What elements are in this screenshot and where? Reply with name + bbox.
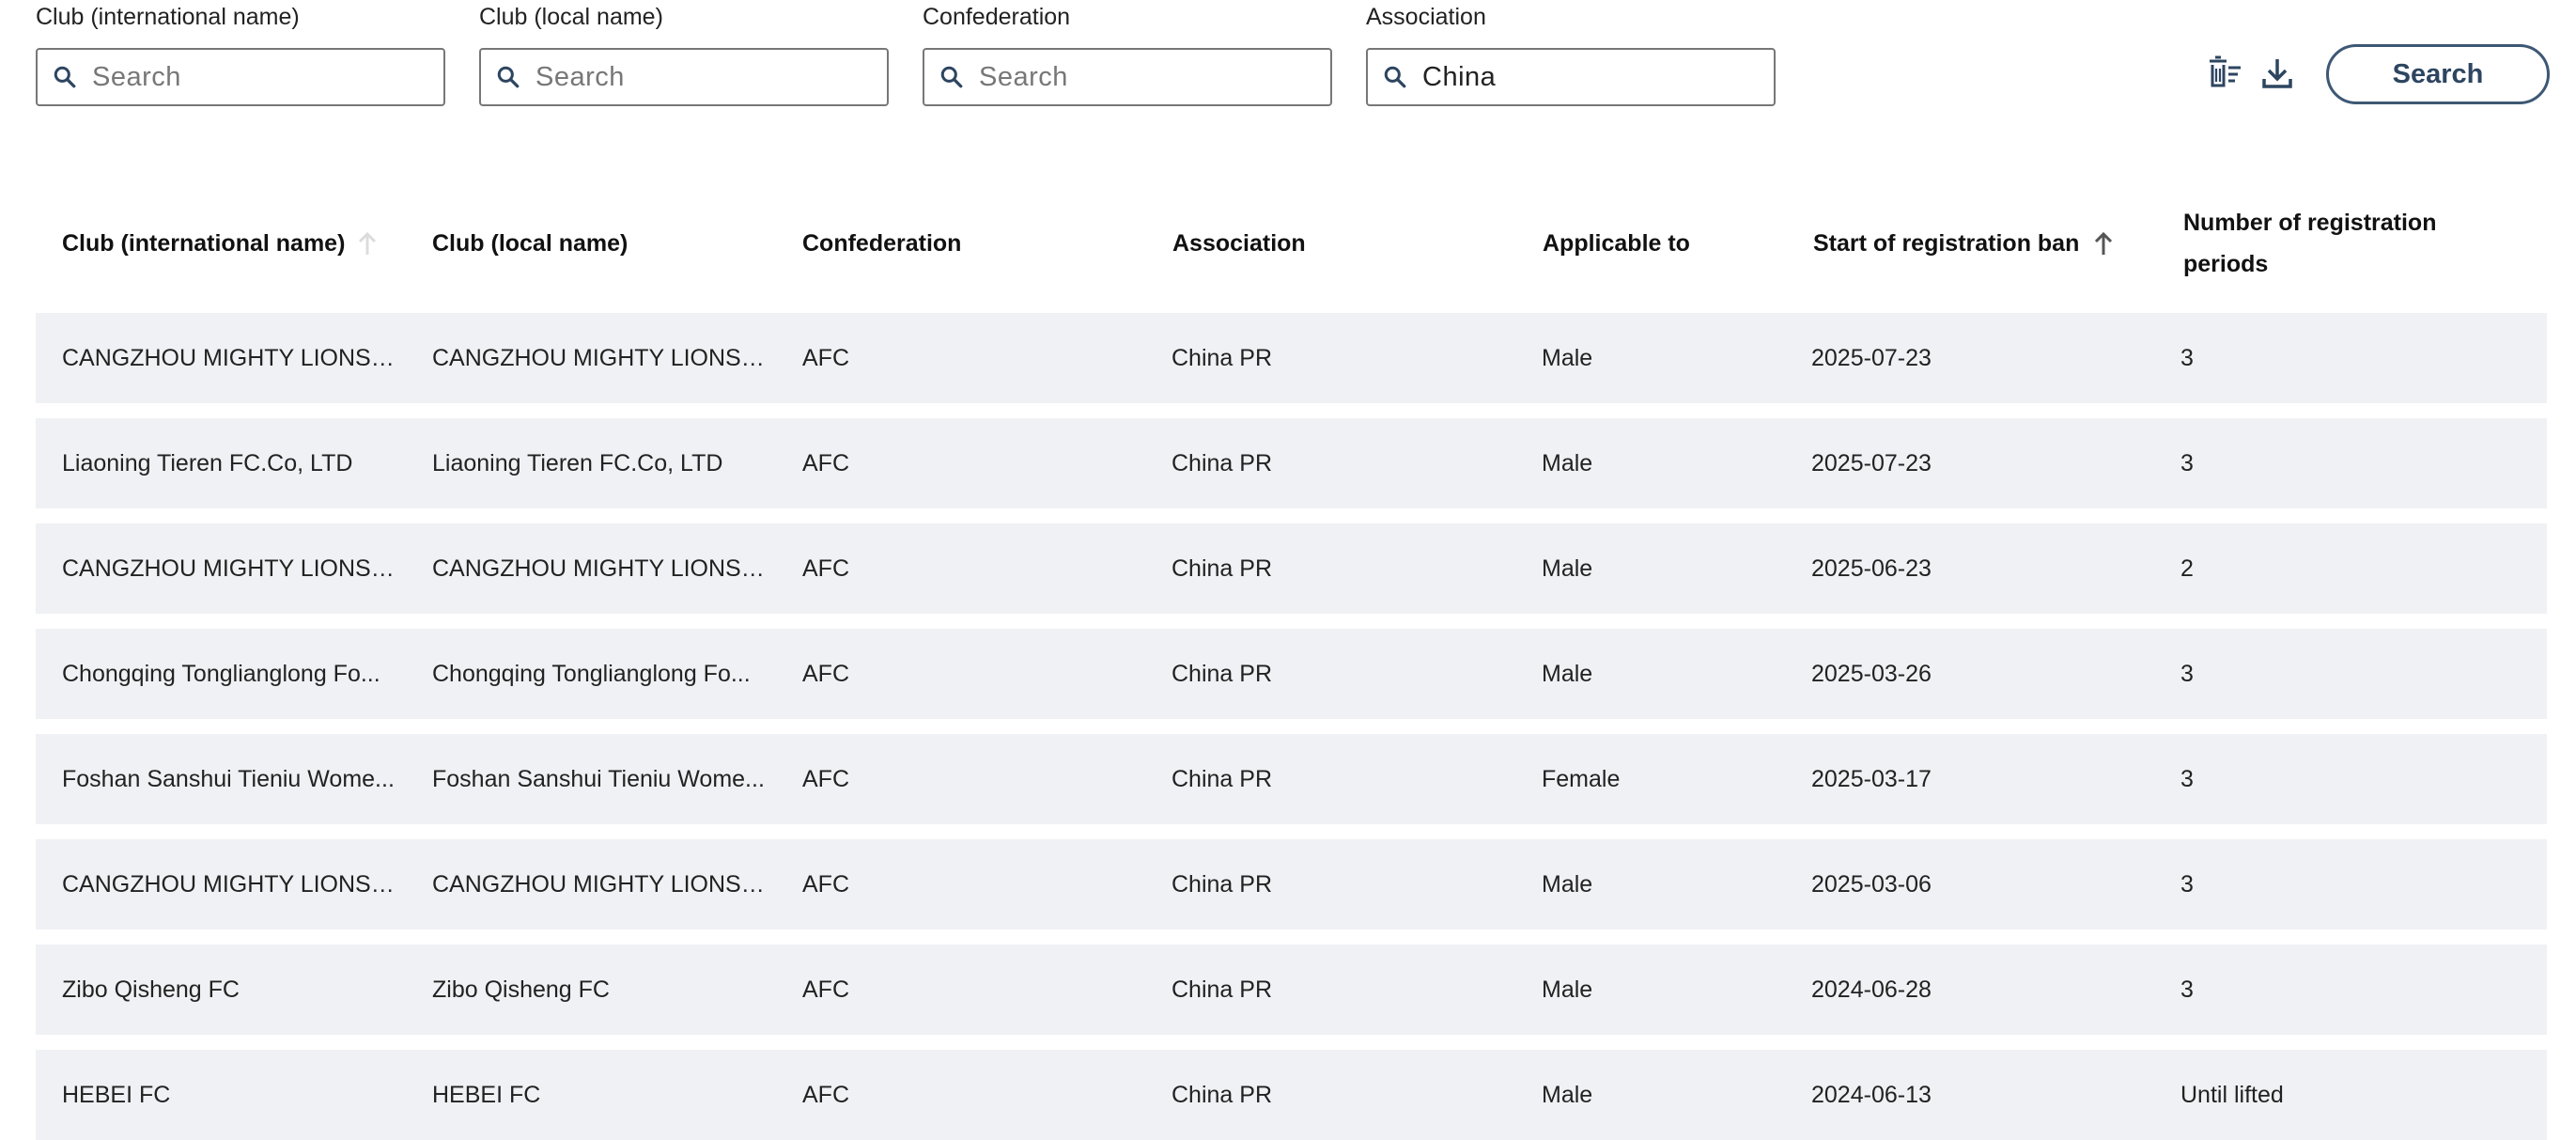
club-international-cell: HEBEI FC xyxy=(62,1082,171,1108)
column-header-club-international[interactable]: Club (international name) xyxy=(62,183,379,304)
club-international-cell: Liaoning Tieren FC.Co, LTD xyxy=(62,450,353,476)
search-icon xyxy=(940,66,963,88)
applicable-to-cell: Male xyxy=(1542,555,1593,582)
confederation-cell: AFC xyxy=(802,871,849,898)
table-row[interactable]: Liaoning Tieren FC.Co, LTD Liaoning Tiere… xyxy=(36,418,2547,508)
confederation-cell: AFC xyxy=(802,661,849,687)
club-local-cell: Chongqing Tonglianglong Fo... xyxy=(432,661,751,687)
sort-ascending-icon[interactable] xyxy=(2092,230,2115,257)
applicable-to-cell: Male xyxy=(1542,345,1593,371)
start-of-ban-cell: 2025-03-17 xyxy=(1811,766,1932,792)
filter-label: Association xyxy=(1366,4,1486,30)
start-of-ban-cell: 2025-03-26 xyxy=(1811,661,1932,687)
confederation-cell: AFC xyxy=(802,555,849,582)
search-button[interactable]: Search xyxy=(2326,44,2550,104)
table-row[interactable]: Foshan Sanshui Tieniu Wome... Foshan Sans… xyxy=(36,734,2547,824)
start-of-ban-cell: 2024-06-28 xyxy=(1811,976,1932,1003)
column-header-club-local[interactable]: Club (local name) xyxy=(432,183,628,304)
registration-periods-cell: 2 xyxy=(2180,555,2194,582)
search-icon xyxy=(54,66,76,88)
search-input-club-international[interactable] xyxy=(92,57,430,97)
club-international-cell: CANGZHOU MIGHTY LIONS F... xyxy=(62,555,400,582)
column-header-confederation[interactable]: Confederation xyxy=(802,183,961,304)
start-of-ban-cell: 2025-07-23 xyxy=(1811,345,1932,371)
applicable-to-cell: Female xyxy=(1542,766,1621,792)
search-box[interactable] xyxy=(36,48,445,106)
applicable-to-cell: Male xyxy=(1542,976,1593,1003)
association-cell: China PR xyxy=(1172,555,1272,582)
sort-arrow-icon[interactable] xyxy=(356,230,379,257)
filter-label: Club (local name) xyxy=(479,4,663,30)
search-icon xyxy=(497,66,520,88)
club-local-cell: Foshan Sanshui Tieniu Wome... xyxy=(432,766,765,792)
confederation-cell: AFC xyxy=(802,345,849,371)
registration-periods-cell: 3 xyxy=(2180,871,2194,898)
column-header-registration-periods[interactable]: Number of registration periods xyxy=(2183,183,2493,304)
search-input-confederation[interactable] xyxy=(979,57,1317,97)
search-input-association[interactable] xyxy=(1422,57,1761,97)
club-local-cell: HEBEI FC xyxy=(432,1082,541,1108)
registration-periods-cell: Until lifted xyxy=(2180,1082,2284,1108)
start-of-ban-cell: 2025-03-06 xyxy=(1811,871,1932,898)
filter-label: Confederation xyxy=(923,4,1071,30)
club-local-cell: CANGZHOU MIGHTY LIONS F... xyxy=(432,555,770,582)
results-table: Club (international name) Club (local na… xyxy=(36,183,2547,1140)
club-local-cell: Zibo Qisheng FC xyxy=(432,976,610,1003)
club-international-cell: Chongqing Tonglianglong Fo... xyxy=(62,661,380,687)
club-local-cell: Liaoning Tieren FC.Co, LTD xyxy=(432,450,723,476)
confederation-cell: AFC xyxy=(802,450,849,476)
applicable-to-cell: Male xyxy=(1542,1082,1593,1108)
club-international-cell: Zibo Qisheng FC xyxy=(62,976,240,1003)
download-icon[interactable] xyxy=(2258,55,2296,92)
registration-periods-cell: 3 xyxy=(2180,345,2194,371)
search-box[interactable] xyxy=(923,48,1332,106)
association-cell: China PR xyxy=(1172,1082,1272,1108)
start-of-ban-cell: 2025-07-23 xyxy=(1811,450,1932,476)
applicable-to-cell: Male xyxy=(1542,450,1593,476)
column-header-applicable-to[interactable]: Applicable to xyxy=(1543,183,1690,304)
start-of-ban-cell: 2025-06-23 xyxy=(1811,555,1932,582)
association-cell: China PR xyxy=(1172,871,1272,898)
association-cell: China PR xyxy=(1172,766,1272,792)
applicable-to-cell: Male xyxy=(1542,661,1593,687)
table-row[interactable]: CANGZHOU MIGHTY LIONS F... CANGZHOU MIGHT… xyxy=(36,523,2547,614)
association-cell: China PR xyxy=(1172,976,1272,1003)
association-cell: China PR xyxy=(1172,661,1272,687)
column-header-start-of-ban[interactable]: Start of registration ban xyxy=(1813,183,2115,304)
search-input-club-local[interactable] xyxy=(535,57,874,97)
applicable-to-cell: Male xyxy=(1542,871,1593,898)
club-international-cell: CANGZHOU MIGHTY LIONS F... xyxy=(62,345,400,371)
registration-periods-cell: 3 xyxy=(2180,976,2194,1003)
confederation-cell: AFC xyxy=(802,976,849,1003)
column-header-association[interactable]: Association xyxy=(1172,183,1306,304)
search-icon xyxy=(1384,66,1406,88)
club-local-cell: CANGZHOU MIGHTY LIONS F... xyxy=(432,345,770,371)
club-international-cell: Foshan Sanshui Tieniu Wome... xyxy=(62,766,395,792)
table-header: Club (international name) Club (local na… xyxy=(36,183,2547,304)
filter-label: Club (international name) xyxy=(36,4,300,30)
search-box[interactable] xyxy=(1366,48,1776,106)
start-of-ban-cell: 2024-06-13 xyxy=(1811,1082,1932,1108)
club-local-cell: CANGZHOU MIGHTY LIONS F... xyxy=(432,871,770,898)
search-box[interactable] xyxy=(479,48,889,106)
table-row[interactable]: CANGZHOU MIGHTY LIONS F... CANGZHOU MIGHT… xyxy=(36,313,2547,403)
confederation-cell: AFC xyxy=(802,766,849,792)
table-row[interactable]: HEBEI FC HEBEI FC AFC China PR Male 2024-06-1… xyxy=(36,1050,2547,1140)
table-row[interactable]: CANGZHOU MIGHTY LIONS F... CANGZHOU MIGHT… xyxy=(36,839,2547,929)
registration-periods-cell: 3 xyxy=(2180,661,2194,687)
clear-filter-icon[interactable] xyxy=(2206,55,2243,92)
table-row[interactable]: Zibo Qisheng FC Zibo Qisheng FC AFC China P… xyxy=(36,945,2547,1035)
club-international-cell: CANGZHOU MIGHTY LIONS F... xyxy=(62,871,400,898)
registration-periods-cell: 3 xyxy=(2180,766,2194,792)
table-row[interactable]: Chongqing Tonglianglong Fo... Chongqing T… xyxy=(36,629,2547,719)
association-cell: China PR xyxy=(1172,450,1272,476)
filter-bar: Club (international name) Club (local na… xyxy=(36,0,2553,132)
registration-periods-cell: 3 xyxy=(2180,450,2194,476)
association-cell: China PR xyxy=(1172,345,1272,371)
confederation-cell: AFC xyxy=(802,1082,849,1108)
